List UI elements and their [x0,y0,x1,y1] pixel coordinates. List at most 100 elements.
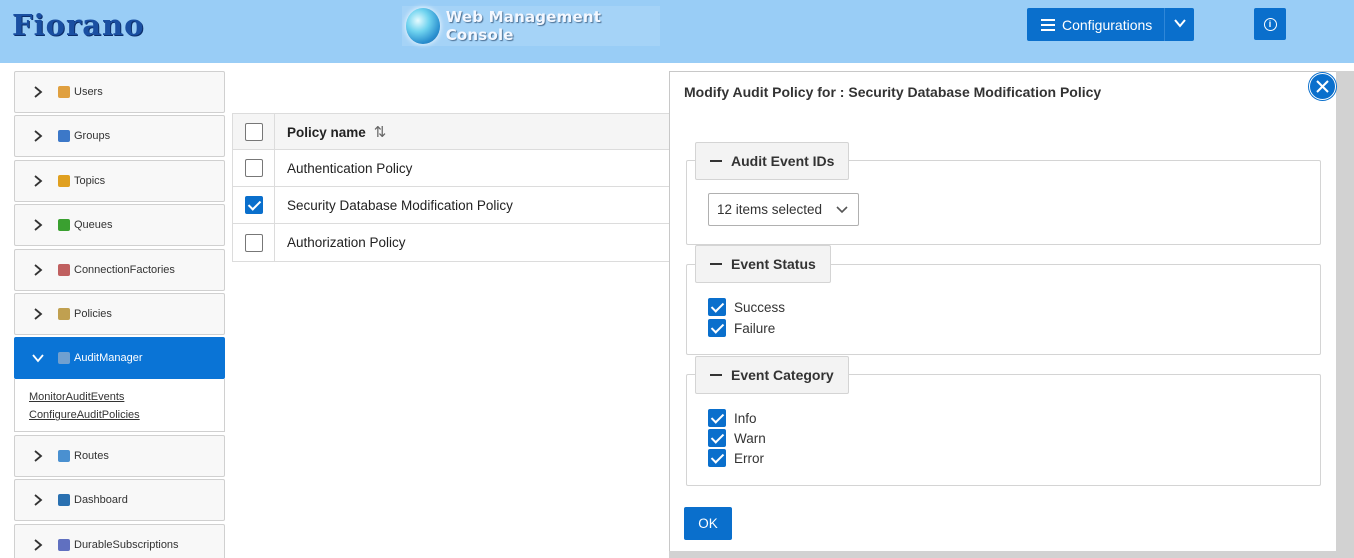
event-category-legend[interactable]: Event Category [695,356,849,394]
console-title: Web Management Console [445,8,602,44]
row-checkbox[interactable] [244,159,263,177]
chevron-right-icon [34,130,43,143]
group-icon [58,130,70,143]
info-button[interactable]: i [1254,8,1286,40]
info-icon: i [1263,17,1277,31]
submenu-link-configureauditpolicies[interactable]: ConfigureAuditPolicies [29,406,224,424]
sidebar-item-label: Policies [74,307,112,320]
dialog-bottom-scrollbar[interactable] [669,551,1354,558]
option-checkbox[interactable] [708,449,726,467]
option-label: Info [734,410,757,426]
sidebar-item-label: Routes [74,449,109,462]
option-checkbox[interactable] [708,429,726,447]
globe-icon [406,8,440,44]
sidebar-item-policies[interactable]: Policies [14,292,225,335]
row-checkbox[interactable] [244,233,263,252]
policy-name-header[interactable]: Policy name ⇅ [275,123,386,141]
chevron-right-icon [34,308,43,320]
sidebar: Users Groups Topics Queues ConnectionFactori… [14,71,225,558]
chevron-down-icon[interactable] [1173,16,1187,30]
sort-icon[interactable]: ⇅ [374,124,387,141]
button-separator [1164,8,1165,41]
modify-audit-policy-dialog: Modify Audit Policy for : Security Datab… [669,71,1347,553]
subscription-icon [58,538,70,551]
audit-event-ids-legend[interactable]: Audit Event IDs [695,142,850,180]
select-all-checkbox[interactable] [244,122,263,141]
configurations-button[interactable]: Configurations [1027,8,1194,41]
event-category-label: Event Category [731,367,834,383]
table-row[interactable]: Security Database Modification Policy [233,187,692,224]
chevron-down-icon [836,206,848,214]
chevron-right-icon [34,219,43,231]
chevron-down-icon [32,354,44,363]
audit-event-ids-select[interactable]: 12 items selected [708,193,859,226]
collapse-icon [710,374,722,376]
chevron-right-icon [34,86,43,98]
sidebar-item-queues[interactable]: Queues [14,204,225,247]
row-checkbox[interactable] [244,196,263,214]
sidebar-item-durablesubscriptions[interactable]: DurableSubscriptions [14,523,225,558]
option-checkbox[interactable] [708,298,726,316]
table-row[interactable]: Authorization Policy [233,224,692,261]
audit-manager-submenu: MonitorAuditEvents ConfigureAuditPolicies [14,379,225,433]
audit-icon [58,352,70,365]
sidebar-item-label: Queues [74,219,113,232]
option-label: Error [734,450,764,466]
policy-name-cell: Authorization Policy [287,235,406,250]
ok-button[interactable]: OK [684,507,732,540]
option-label: Failure [734,320,776,336]
chevron-right-icon [34,494,43,506]
option-info[interactable]: Info [708,409,757,427]
option-checkbox[interactable] [708,319,726,337]
audit-event-ids-label: Audit Event IDs [731,153,835,169]
sidebar-item-topics[interactable]: Topics [14,159,225,202]
dialog-title: Modify Audit Policy for : Security Datab… [684,84,1102,100]
chevron-right-icon [34,450,43,462]
sidebar-item-label: DurableSubscriptions [74,538,179,551]
chevron-right-icon [34,263,43,276]
close-icon [1316,80,1329,93]
option-label: Success [734,299,786,315]
sidebar-item-dashboard[interactable]: Dashboard [14,479,225,522]
audit-event-ids-value: 12 items selected [717,202,823,217]
option-checkbox[interactable] [708,409,726,427]
configurations-label: Configurations [1062,16,1153,33]
sidebar-item-groups[interactable]: Groups [14,115,225,158]
collapse-icon [710,160,722,162]
connection-factory-icon [58,263,70,276]
event-status-legend[interactable]: Event Status [695,245,831,283]
user-icon [58,86,70,98]
option-success[interactable]: Success [708,298,785,316]
row-select-cell [233,224,275,261]
option-error[interactable]: Error [708,449,764,467]
option-warn[interactable]: Warn [708,429,766,447]
collapse-icon [710,263,722,265]
globe-icon [58,494,70,507]
row-select-cell [233,150,275,186]
console-title-banner: Web Management Console [402,6,660,46]
policy-table: Policy name ⇅ Authentication Policy Securi… [232,113,692,262]
row-select-cell [233,187,275,223]
submenu-link-monitorauditevents[interactable]: MonitorAuditEvents [29,388,224,406]
sidebar-item-label: AuditManager [74,352,143,365]
table-header-row: Policy name ⇅ [233,114,692,150]
route-icon [58,449,70,462]
sidebar-item-label: Users [74,86,103,98]
queue-icon [58,219,70,232]
sidebar-item-connectionfactories[interactable]: ConnectionFactories [14,248,225,291]
sidebar-item-routes[interactable]: Routes [14,434,225,477]
event-status-label: Event Status [731,256,816,272]
fiorano-logo: Fiorano [12,8,145,42]
policy-name-cell: Security Database Modification Policy [287,197,513,213]
table-row[interactable]: Authentication Policy [233,150,692,187]
dialog-scrollbar[interactable] [1336,71,1354,558]
sidebar-item-label: Dashboard [74,494,128,507]
list-icon [1041,18,1055,31]
sidebar-item-auditmanager[interactable]: AuditManager [14,337,225,380]
option-failure[interactable]: Failure [708,319,775,337]
top-header: Fiorano Web Management Console Configura… [0,0,1354,63]
web-management-console: Fiorano Web Management Console Configura… [0,0,1354,558]
close-dialog-button[interactable] [1309,73,1336,100]
sidebar-item-users[interactable]: Users [14,71,225,113]
chevron-right-icon [34,175,43,187]
